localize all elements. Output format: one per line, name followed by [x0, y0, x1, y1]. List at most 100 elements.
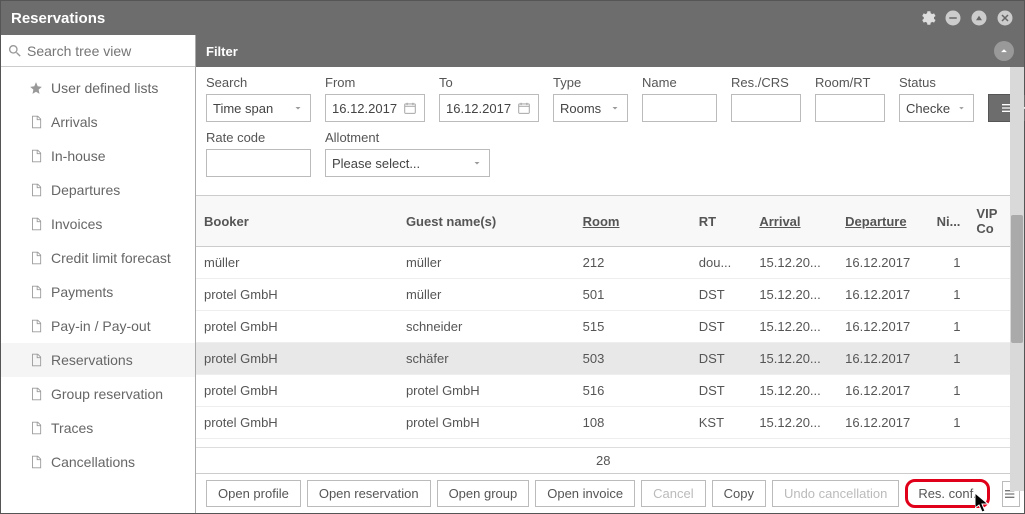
table-row[interactable]: protel GmbHmüller501DST15.12.20...16.12.…	[196, 279, 1024, 311]
open-profile-button[interactable]: Open profile	[206, 480, 301, 507]
allotment-label: Allotment	[325, 130, 490, 145]
sidebar-item-label: Cancellations	[51, 454, 135, 470]
copy-button[interactable]: Copy	[712, 480, 766, 507]
allotment-dropdown[interactable]: Please select...	[325, 149, 490, 177]
filter-title: Filter	[206, 44, 238, 59]
col-departure[interactable]: Departure	[837, 196, 923, 247]
gear-icon[interactable]	[918, 9, 936, 27]
roomrt-input[interactable]	[815, 94, 885, 122]
results-table-wrap: Booker Guest name(s) Room RT Arrival Dep…	[196, 196, 1024, 447]
col-room[interactable]: Room	[575, 196, 691, 247]
open-group-button[interactable]: Open group	[437, 480, 530, 507]
sidebar: User defined lists Arrivals In-house Depart…	[1, 35, 196, 513]
sidebar-item-invoices[interactable]: Invoices	[1, 207, 195, 241]
sidebar-item-label: Payments	[51, 284, 113, 300]
sidebar-item-traces[interactable]: Traces	[1, 411, 195, 445]
sidebar-item-cancellations[interactable]: Cancellations	[1, 445, 195, 479]
minimize-icon[interactable]	[944, 9, 962, 27]
from-label: From	[325, 75, 425, 90]
page-icon	[29, 115, 43, 129]
rate-label: Rate code	[206, 130, 311, 145]
undo-cancellation-button: Undo cancellation	[772, 480, 899, 507]
type-dropdown[interactable]: Rooms	[553, 94, 628, 122]
col-booker[interactable]: Booker	[196, 196, 398, 247]
open-invoice-button[interactable]: Open invoice	[535, 480, 635, 507]
row-count: 28	[596, 453, 610, 468]
status-label: Status	[899, 75, 974, 90]
sidebar-item-payments[interactable]: Payments	[1, 275, 195, 309]
content-pane: Filter Search Time span	[196, 35, 1024, 513]
sidebar-item-label: Reservations	[51, 352, 133, 368]
sidebar-item-label: Invoices	[51, 216, 102, 232]
table-row[interactable]: protel GmbHschneider515DST15.12.20...16.…	[196, 311, 1024, 343]
titlebar: Reservations	[1, 1, 1024, 35]
sidebar-search[interactable]	[1, 35, 195, 67]
table-row[interactable]: müllermüller212dou...15.12.20...16.12.20…	[196, 247, 1024, 279]
name-label: Name	[642, 75, 717, 90]
table-row[interactable]: protel GmbHprotel GmbH516DST15.12.20...1…	[196, 375, 1024, 407]
rescrs-input[interactable]	[731, 94, 801, 122]
vertical-scrollbar[interactable]	[1010, 67, 1024, 491]
rescrs-label: Res./CRS	[731, 75, 801, 90]
star-icon	[29, 81, 43, 95]
sidebar-item-credit-limit-forecast[interactable]: Credit limit forecast	[1, 241, 195, 275]
sidebar-item-user-defined-lists[interactable]: User defined lists	[1, 71, 195, 105]
results-table: Booker Guest name(s) Room RT Arrival Dep…	[196, 196, 1024, 447]
sidebar-item-pay-in-pay-out[interactable]: Pay-in / Pay-out	[1, 309, 195, 343]
col-arrival[interactable]: Arrival	[751, 196, 837, 247]
sidebar-item-label: Traces	[51, 420, 93, 436]
sidebar-item-label: User defined lists	[51, 80, 158, 96]
filter-body: Search Time span From 16.12.2017	[196, 67, 1024, 196]
filter-header: Filter	[196, 35, 1024, 67]
page-icon	[29, 421, 43, 435]
page-icon	[29, 353, 43, 367]
search-label: Search	[206, 75, 311, 90]
chevron-down-icon	[609, 102, 621, 114]
res-conf-button[interactable]: Res. conf.	[905, 479, 990, 508]
sidebar-item-label: Arrivals	[51, 114, 98, 130]
chevron-down-icon	[471, 157, 483, 169]
col-guest[interactable]: Guest name(s)	[398, 196, 575, 247]
sidebar-item-group-reservation[interactable]: Group reservation	[1, 377, 195, 411]
sidebar-item-label: Group reservation	[51, 386, 163, 402]
to-label: To	[439, 75, 539, 90]
summary-row: 28	[196, 447, 1024, 473]
sidebar-item-label: Departures	[51, 182, 120, 198]
page-icon	[29, 217, 43, 231]
table-row[interactable]: protel GmbHprotel GmbH108KST15.12.20...1…	[196, 407, 1024, 439]
sidebar-item-departures[interactable]: Departures	[1, 173, 195, 207]
close-icon[interactable]	[996, 9, 1014, 27]
reservations-window: Reservations User defined lists Arrivals I…	[0, 0, 1025, 514]
sidebar-item-label: Credit limit forecast	[51, 250, 171, 266]
cursor-icon	[975, 493, 991, 513]
page-icon	[29, 285, 43, 299]
action-bar: Open profile Open reservation Open group…	[196, 473, 1024, 513]
maximize-icon[interactable]	[970, 9, 988, 27]
page-icon	[29, 387, 43, 401]
sidebar-item-arrivals[interactable]: Arrivals	[1, 105, 195, 139]
chevron-down-icon	[956, 102, 967, 114]
cancel-button: Cancel	[641, 480, 705, 507]
filter-collapse-toggle[interactable]	[994, 41, 1014, 61]
search-input[interactable]	[27, 43, 189, 59]
calendar-icon[interactable]	[403, 101, 417, 115]
sidebar-item-reservations[interactable]: Reservations	[1, 343, 195, 377]
name-input[interactable]	[642, 94, 717, 122]
status-dropdown[interactable]: Checke	[899, 94, 974, 122]
to-date[interactable]: 16.12.2017	[439, 94, 539, 122]
from-date[interactable]: 16.12.2017	[325, 94, 425, 122]
calendar-icon[interactable]	[517, 101, 531, 115]
sidebar-item-label: Pay-in / Pay-out	[51, 318, 151, 334]
chevron-up-icon	[997, 44, 1011, 58]
roomrt-label: Room/RT	[815, 75, 885, 90]
search-dropdown[interactable]: Time span	[206, 94, 311, 122]
col-nights[interactable]: Ni...	[923, 196, 968, 247]
table-row[interactable]: protel GmbHprotel GmbH104KST15.12.20...1…	[196, 439, 1024, 448]
sidebar-item-in-house[interactable]: In-house	[1, 139, 195, 173]
open-reservation-button[interactable]: Open reservation	[307, 480, 431, 507]
table-row[interactable]: protel GmbHschäfer503DST15.12.20...16.12…	[196, 343, 1024, 375]
type-label: Type	[553, 75, 628, 90]
rate-input[interactable]	[206, 149, 311, 177]
page-icon	[29, 455, 43, 469]
col-rt[interactable]: RT	[691, 196, 752, 247]
